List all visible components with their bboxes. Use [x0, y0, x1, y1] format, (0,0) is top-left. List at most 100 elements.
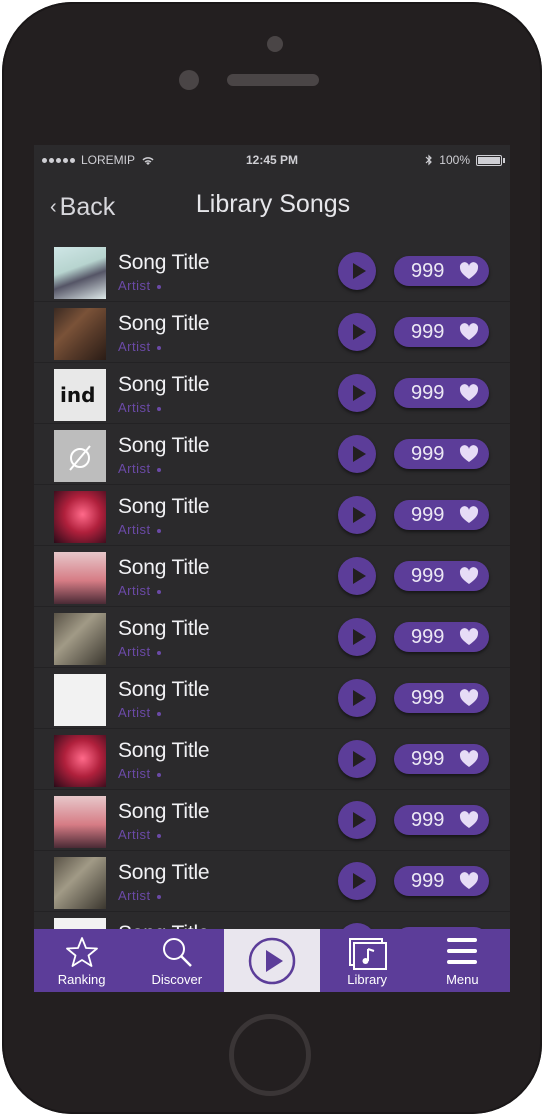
separator-dot — [156, 345, 161, 350]
separator-dot — [156, 833, 161, 838]
album-art — [54, 430, 106, 482]
song-row[interactable]: Song Title Artist 999 — [34, 485, 510, 546]
artist-label: Artist — [118, 583, 151, 598]
bluetooth-icon — [425, 154, 433, 166]
song-row[interactable]: Song Title Artist 999 — [34, 424, 510, 485]
artist-name: Artist — [118, 461, 161, 476]
separator-dot — [156, 772, 161, 777]
heart-icon — [459, 750, 479, 767]
heart-icon — [459, 262, 479, 279]
song-row[interactable]: Song Title Artist 999 — [34, 851, 510, 912]
song-title: Song Title — [118, 434, 210, 457]
like-button[interactable]: 999 — [394, 744, 489, 774]
tab-library-label: Library — [347, 972, 388, 987]
artist-label: Artist — [118, 278, 151, 293]
artist-name: Artist — [118, 522, 161, 537]
artist-label: Artist — [118, 400, 151, 415]
play-button[interactable] — [338, 862, 376, 900]
song-row[interactable]: Song Title Artist 999 — [34, 790, 510, 851]
song-title: Song Title — [118, 495, 210, 518]
song-row[interactable]: Song Title Artist 999 — [34, 546, 510, 607]
like-count: 999 — [411, 626, 445, 648]
song-row[interactable]: ind Song Title Artist 999 — [34, 363, 510, 424]
song-row[interactable]: Song Title Artist 999 — [34, 302, 510, 363]
like-count: 999 — [411, 321, 445, 343]
like-button[interactable]: 999 — [394, 622, 489, 652]
artist-label: Artist — [118, 522, 151, 537]
like-button[interactable]: 999 — [394, 561, 489, 591]
artist-name: Artist — [118, 400, 161, 415]
tab-library[interactable]: Library — [320, 929, 415, 992]
song-row[interactable]: Song Title Artist 999 — [34, 729, 510, 790]
play-button[interactable] — [338, 496, 376, 534]
like-count: 999 — [411, 870, 445, 892]
artist-label: Artist — [118, 827, 151, 842]
play-button[interactable] — [338, 679, 376, 717]
heart-icon — [459, 628, 479, 645]
album-art-symbol — [69, 445, 91, 471]
play-button[interactable] — [338, 618, 376, 656]
heart-icon — [459, 872, 479, 889]
song-row[interactable]: Song Title Artist 999 — [34, 607, 510, 668]
song-row[interactable]: Song Title Artist 999 — [34, 241, 510, 302]
album-art — [54, 735, 106, 787]
separator-dot — [156, 650, 161, 655]
like-button[interactable]: 999 — [394, 439, 489, 469]
proximity-sensor — [179, 70, 199, 90]
music-library-icon — [349, 938, 388, 970]
tab-ranking[interactable]: Ranking — [34, 929, 129, 992]
front-camera — [267, 36, 283, 52]
song-row[interactable]: Song Title Artist 999 — [34, 668, 510, 729]
album-art — [54, 857, 106, 909]
artist-label: Artist — [118, 888, 151, 903]
like-button[interactable]: 999 — [394, 805, 489, 835]
heart-icon — [459, 689, 479, 706]
like-button[interactable]: 999 — [394, 256, 489, 286]
album-art-text: ind — [60, 383, 96, 407]
artist-name: Artist — [118, 339, 161, 354]
like-button[interactable]: 999 — [394, 378, 489, 408]
play-circle-icon — [248, 937, 296, 985]
like-count: 999 — [411, 260, 445, 282]
song-title: Song Title — [118, 800, 210, 823]
play-button[interactable] — [338, 374, 376, 412]
like-button[interactable]: 999 — [394, 317, 489, 347]
album-art — [54, 796, 106, 848]
like-count: 999 — [411, 504, 445, 526]
heart-icon — [459, 567, 479, 584]
play-button[interactable] — [338, 252, 376, 290]
artist-name: Artist — [118, 888, 161, 903]
like-count: 999 — [411, 565, 445, 587]
home-button[interactable] — [229, 1014, 311, 1096]
play-button[interactable] — [338, 557, 376, 595]
artist-name: Artist — [118, 583, 161, 598]
battery-icon — [476, 154, 505, 166]
tab-menu[interactable]: Menu — [415, 929, 510, 992]
separator-dot — [156, 528, 161, 533]
like-count: 999 — [411, 748, 445, 770]
tab-discover[interactable]: Discover — [129, 929, 224, 992]
heart-icon — [459, 445, 479, 462]
play-button[interactable] — [338, 801, 376, 839]
album-art — [54, 613, 106, 665]
play-button[interactable] — [338, 435, 376, 473]
hamburger-menu-icon — [447, 938, 478, 964]
play-button[interactable] — [338, 313, 376, 351]
artist-label: Artist — [118, 705, 151, 720]
artist-label: Artist — [118, 766, 151, 781]
separator-dot — [156, 406, 161, 411]
artist-label: Artist — [118, 339, 151, 354]
battery-percent: 100% — [439, 153, 470, 167]
artist-name: Artist — [118, 827, 161, 842]
artist-label: Artist — [118, 644, 151, 659]
heart-icon — [459, 811, 479, 828]
app-screen: LOREMIP 12:45 PM 100% ‹ Back Library Son… — [34, 145, 510, 992]
like-button[interactable]: 999 — [394, 683, 489, 713]
like-button[interactable]: 999 — [394, 500, 489, 530]
tab-menu-label: Menu — [446, 972, 479, 987]
like-button[interactable]: 999 — [394, 866, 489, 896]
separator-dot — [156, 467, 161, 472]
tab-now-playing[interactable] — [224, 929, 320, 992]
separator-dot — [156, 284, 161, 289]
play-button[interactable] — [338, 740, 376, 778]
